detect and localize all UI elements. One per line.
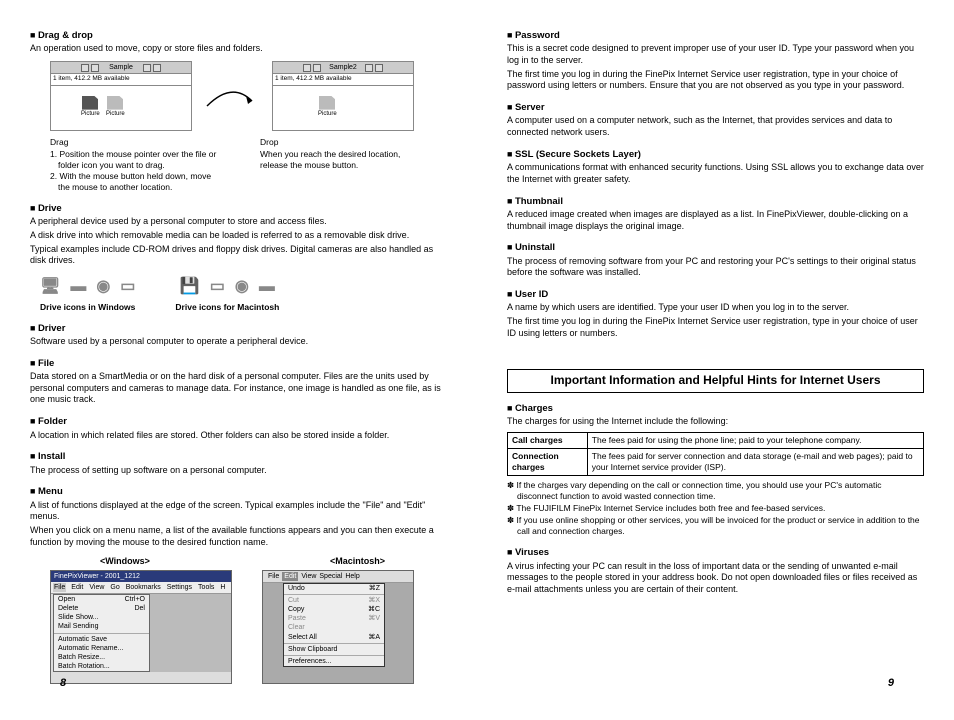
term-menu: Menu xyxy=(30,486,447,498)
charges-table: Call chargesThe fees paid for using the … xyxy=(507,432,924,476)
file-icon: Picture xyxy=(81,96,99,119)
drag-arrow-icon xyxy=(202,76,262,116)
cd-icon: ◉ xyxy=(235,277,249,298)
drive-icon: ▬ xyxy=(259,277,275,298)
term-charges: Charges xyxy=(507,403,924,415)
term-file: File xyxy=(30,358,447,370)
term-password: Password xyxy=(507,30,924,42)
term-install: Install xyxy=(30,451,447,463)
left-page: Drag & drop An operation used to move, c… xyxy=(30,20,447,684)
drive-icons-figure: 🖥▬◉▭ Drive icons in Windows 💾▭◉▬ Drive i… xyxy=(40,277,447,313)
section-heading: Important Information and Helpful Hints … xyxy=(507,369,924,393)
term-thumbnail: Thumbnail xyxy=(507,196,924,208)
file-icon-dropped: Picture xyxy=(318,96,336,119)
page-number-right: 9 xyxy=(888,676,894,690)
term-folder: Folder xyxy=(30,416,447,428)
term-server: Server xyxy=(507,102,924,114)
term-userid: User ID xyxy=(507,289,924,301)
term-drag-drop: Drag & drop xyxy=(30,30,447,42)
term-uninstall: Uninstall xyxy=(507,242,924,254)
windows-menu-screenshot: FinePixViewer - 2001_1212 FileEditViewGo… xyxy=(50,570,232,684)
sample-window-1: Sample 1 item, 412.2 MB available Pictur… xyxy=(50,61,192,131)
drive-icon: ▭ xyxy=(120,277,135,298)
floppy-icon: 💾 xyxy=(180,277,200,298)
term-ssl: SSL (Secure Sockets Layer) xyxy=(507,149,924,161)
file-icon-ghost: Picture xyxy=(106,96,124,119)
term-viruses: Viruses xyxy=(507,547,924,559)
drive-icon: ▭ xyxy=(210,277,225,298)
term-driver: Driver xyxy=(30,323,447,335)
pc-icon: 🖥 xyxy=(40,277,60,298)
mac-menu-screenshot: FileEditViewSpecialHelp Undo⌘ZCut⌘XCopy⌘… xyxy=(262,570,414,684)
term-drive: Drive xyxy=(30,203,447,215)
drag-drop-figure: Sample 1 item, 412.2 MB available Pictur… xyxy=(50,61,447,131)
cd-icon: ◉ xyxy=(96,277,110,298)
right-page: Password This is a secret code designed … xyxy=(507,20,924,684)
sample-window-2: Sample2 1 item, 412.2 MB available Pictu… xyxy=(272,61,414,131)
drive-icon: ▬ xyxy=(70,277,86,298)
page-number-left: 8 xyxy=(60,676,66,690)
